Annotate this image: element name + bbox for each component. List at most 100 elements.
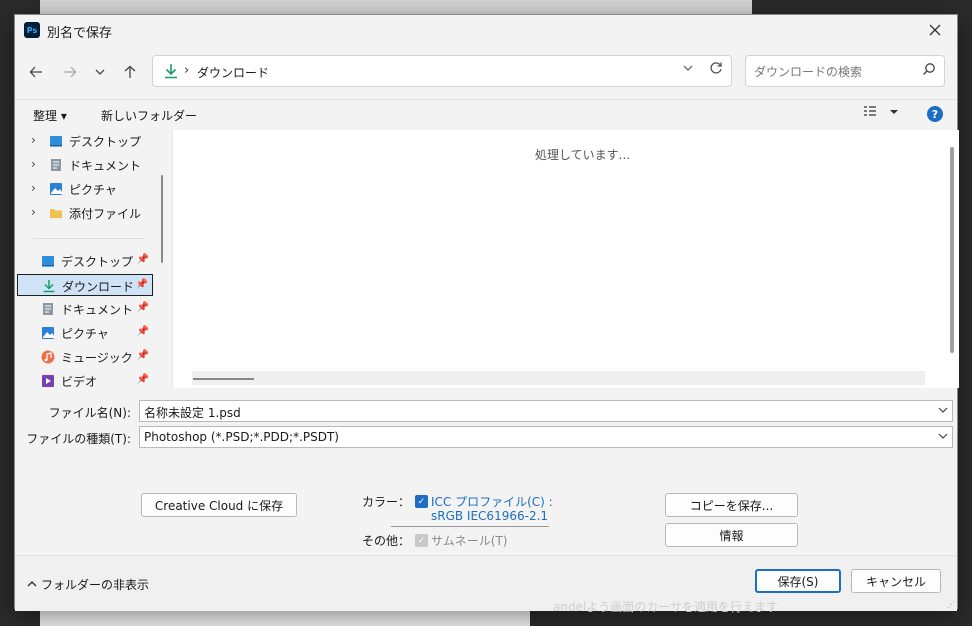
save-button[interactable]: 保存(S): [755, 569, 841, 593]
navigation-bar: › ダウンロード: [15, 45, 957, 97]
up-button[interactable]: [117, 59, 143, 85]
save-as-dialog: Ps 別名で保存 › ダウンロード ダウンロードの検索 整理 ▾ 新しいフォルダ…: [14, 14, 959, 611]
horizontal-scrollbar[interactable]: [192, 371, 925, 385]
chevron-up-icon: [27, 579, 41, 592]
navigation-pane: › デスクトップ › ドキュメント › ピクチャ › 添付ファイル デスクトップ…: [15, 130, 157, 390]
quick-access-label: ドキュメント: [61, 303, 134, 317]
horizontal-scroll-thumb[interactable]: [193, 378, 254, 380]
quick-access-label: ビデオ: [61, 375, 98, 389]
pin-icon[interactable]: 📌: [137, 374, 149, 385]
quick-access-pictures[interactable]: ピクチャ 📌: [17, 322, 153, 344]
refresh-button[interactable]: [709, 61, 723, 79]
quick-access-music[interactable]: ミュージック 📌: [17, 346, 153, 368]
chevron-right-icon[interactable]: ›: [31, 133, 36, 147]
thumbnail-checkbox[interactable]: ✓: [415, 534, 428, 547]
status-text: 処理しています...: [535, 148, 631, 162]
filename-field[interactable]: 名称未設定 1.psd: [139, 400, 953, 422]
tree-item-label: 添付ファイル: [69, 207, 142, 221]
tree-item-documents[interactable]: › ドキュメント: [15, 154, 157, 176]
quick-access-videos[interactable]: ビデオ 📌: [17, 370, 153, 390]
tree-item-pictures[interactable]: › ピクチャ: [15, 178, 157, 200]
download-icon: [43, 280, 55, 293]
pin-icon[interactable]: 📌: [137, 350, 149, 361]
recent-locations-button[interactable]: [87, 59, 113, 85]
filetype-label: ファイルの種類(T):: [26, 432, 131, 446]
save-copy-button[interactable]: コピーを保存...: [665, 493, 798, 517]
quick-access-label: ミュージック: [61, 351, 133, 365]
folder-icon: [50, 209, 62, 218]
dialog-footer: フォルダーの非表示 保存(S) キャンセル ⋰: [15, 555, 957, 611]
chevron-right-icon[interactable]: ›: [31, 157, 36, 171]
cancel-button[interactable]: キャンセル: [851, 569, 941, 593]
quick-access-desktop[interactable]: デスクトップ 📌: [17, 250, 153, 272]
chevron-right-icon[interactable]: ›: [31, 205, 36, 219]
arrow-up-icon: [124, 65, 136, 78]
chevron-down-icon: [890, 110, 898, 114]
organize-menu[interactable]: 整理 ▾: [33, 107, 67, 124]
icc-profile-value: sRGB IEC61966-2.1: [431, 509, 549, 523]
command-bar: 整理 ▾ 新しいフォルダー ?: [15, 99, 957, 130]
quick-access-downloads[interactable]: ダウンロード 📌: [17, 274, 153, 296]
desktop-icon: [50, 136, 62, 147]
search-box[interactable]: [745, 55, 945, 87]
video-icon: [42, 375, 54, 387]
refresh-icon: [710, 62, 722, 74]
quick-access-label: ダウンロード: [62, 280, 135, 294]
chevron-down-icon: [683, 65, 693, 71]
filename-label: ファイル名(N):: [48, 406, 131, 420]
hide-folders-label: フォルダーの非表示: [41, 578, 150, 592]
address-bar[interactable]: › ダウンロード: [152, 55, 732, 87]
quick-access-label: デスクトップ: [61, 255, 134, 269]
download-icon: [165, 64, 177, 79]
search-icon: [923, 63, 935, 75]
pin-icon[interactable]: 📌: [136, 279, 148, 290]
photoshop-icon: Ps: [24, 22, 40, 38]
chevron-down-icon[interactable]: [938, 405, 948, 418]
chevron-right-icon[interactable]: ›: [31, 181, 36, 195]
music-icon: [41, 350, 55, 364]
document-icon: [51, 159, 61, 171]
background-panel-top: [40, 0, 752, 14]
filetype-select[interactable]: Photoshop (*.PSD;*.PDD;*.PSDT): [139, 426, 953, 448]
tree-item-attachments[interactable]: › 添付ファイル: [15, 202, 157, 224]
breadcrumb-separator: ›: [184, 63, 190, 78]
resize-grip-icon[interactable]: ⋰: [947, 600, 955, 609]
navigation-scrollbar[interactable]: [161, 175, 163, 263]
document-icon: [43, 303, 53, 315]
close-button[interactable]: [913, 15, 957, 45]
help-icon[interactable]: ?: [927, 106, 943, 122]
filetype-value: Photoshop (*.PSD;*.PDD;*.PSDT): [144, 430, 339, 444]
details-view-icon: [863, 106, 876, 116]
tree-item-desktop[interactable]: › デスクトップ: [15, 130, 157, 152]
pin-icon[interactable]: 📌: [137, 254, 149, 265]
search-input[interactable]: [752, 62, 916, 82]
view-options-button[interactable]: [863, 105, 899, 121]
icc-profile-label[interactable]: ICC プロファイル(C) :: [431, 493, 553, 510]
pictures-icon: [42, 327, 54, 339]
tree-item-label: デスクトップ: [69, 135, 142, 149]
tree-item-label: ピクチャ: [69, 183, 117, 197]
thumbnail-label: サムネール(T): [431, 534, 508, 548]
breadcrumb[interactable]: ダウンロード: [197, 64, 269, 81]
arrow-right-icon: [64, 66, 77, 78]
address-dropdown[interactable]: [683, 62, 693, 76]
forward-button[interactable]: [57, 59, 83, 85]
back-button[interactable]: [23, 59, 49, 85]
save-to-creative-cloud-button[interactable]: Creative Cloud に保存: [141, 493, 297, 517]
info-button[interactable]: 情報: [665, 523, 798, 547]
icc-profile-checkbox[interactable]: ✓: [415, 495, 428, 508]
pin-icon[interactable]: 📌: [137, 302, 149, 313]
chevron-down-icon[interactable]: [938, 431, 948, 444]
hide-folders-toggle[interactable]: フォルダーの非表示: [27, 576, 149, 593]
vertical-scrollbar[interactable]: [950, 147, 954, 353]
color-label: カラー：: [361, 495, 410, 509]
pin-icon[interactable]: 📌: [137, 326, 149, 337]
file-list[interactable]: 処理しています...: [172, 130, 959, 388]
filename-value[interactable]: 名称未設定 1.psd: [144, 404, 241, 421]
new-folder-button[interactable]: 新しいフォルダー: [101, 107, 197, 124]
pictures-icon: [50, 183, 62, 195]
desktop-icon: [42, 256, 54, 267]
title-bar: Ps 別名で保存: [15, 15, 957, 45]
background-text: a​ndelよう画面のカ​ーサを​適用を​行えます: [553, 600, 779, 614]
quick-access-documents[interactable]: ドキュメント 📌: [17, 298, 153, 320]
